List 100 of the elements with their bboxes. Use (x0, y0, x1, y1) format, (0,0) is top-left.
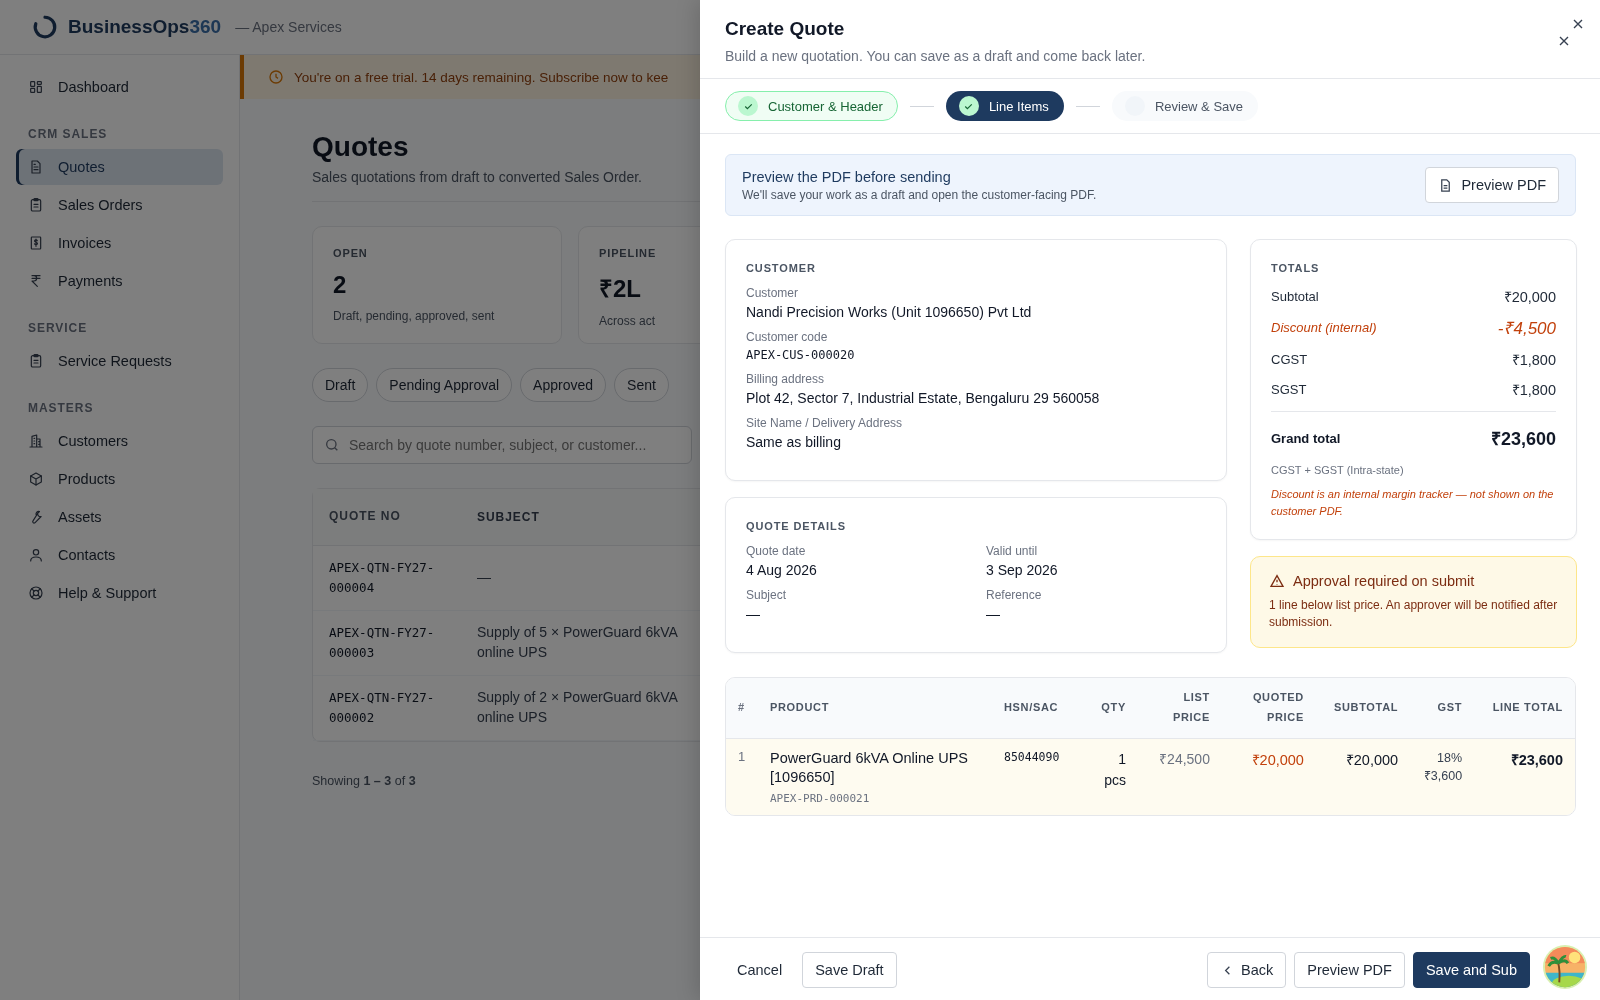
filter-chip[interactable]: Draft (312, 368, 369, 402)
sidebar-item[interactable]: Assets (16, 499, 223, 535)
filter-chip[interactable]: Approved (520, 368, 607, 402)
quote-number: APEX-QTN-FY27-000002 (329, 689, 436, 727)
sidebar-item[interactable]: Sales Orders (16, 187, 223, 223)
logo-icon (32, 14, 58, 40)
document-icon (28, 159, 44, 175)
unit: pcs (1103, 770, 1126, 790)
field-value: 3 Sep 2026 (986, 562, 1059, 578)
field-value: APEX-CUS-000020 (746, 348, 856, 362)
sidebar-item[interactable]: Service Requests (16, 343, 223, 379)
section-heading: TOTALS (1271, 262, 1321, 274)
grand-total-value: ₹23,600 (1490, 428, 1556, 450)
clipboard-icon (28, 197, 44, 213)
quantity: 1 (1117, 749, 1126, 769)
line-number: 1 (738, 748, 746, 764)
subtotal: ₹20,000 (1345, 751, 1399, 768)
sidebar-item[interactable]: Help & Support (16, 575, 223, 611)
preview-pdf-button[interactable]: Preview PDF (1425, 167, 1559, 203)
field-label: Billing address (746, 372, 826, 386)
lifebuoy-icon (28, 585, 44, 601)
column-header: PRODUCT (758, 678, 992, 739)
total-value: -₹4,500 (1497, 318, 1556, 339)
field-value: Same as billing (746, 434, 842, 450)
field-label: Subject (746, 588, 788, 602)
stat-label: PIPELINE (599, 247, 658, 259)
cancel-button[interactable]: Cancel (725, 952, 795, 988)
discount-note: Discount is an internal margin tracker — not shown on the customer PDF. (1271, 487, 1555, 519)
drawer-title: Create Quote (725, 18, 846, 40)
warning-icon (1269, 573, 1285, 589)
field-value: 4 Aug 2026 (746, 562, 818, 578)
back-button[interactable]: Back (1207, 952, 1287, 988)
field-label: Customer (746, 286, 799, 300)
step-pill[interactable]: Line Items (945, 91, 1064, 121)
column-header: SUBTOTAL (1315, 678, 1411, 739)
box-icon (28, 471, 44, 487)
total-label: CGST (1271, 351, 1308, 367)
sidebar-item[interactable]: Products (16, 461, 223, 497)
save-draft-button[interactable]: Save Draft (802, 952, 897, 988)
quote-number: APEX-QTN-FY27-000003 (329, 624, 436, 662)
quoted-price: ₹20,000 (1251, 751, 1304, 768)
save-and-submit-button[interactable]: Save and Sub (1412, 952, 1530, 988)
field-label: Reference (986, 588, 1043, 602)
gst-rate: 18% (1436, 749, 1463, 767)
quote-subject: Supply of 5 × PowerGuard 6kVA online UPS (477, 623, 679, 662)
alert-title: Approval required on submit (1293, 573, 1475, 589)
quote-subject: Supply of 2 × PowerGuard 6kVA online UPS (477, 688, 679, 727)
field-value: — (746, 606, 761, 622)
total-value: ₹1,800 (1511, 381, 1556, 399)
total-label: Subtotal (1271, 288, 1319, 304)
banknote-icon (28, 235, 44, 251)
filter-chip[interactable]: Pending Approval (376, 368, 513, 402)
quote-number: APEX-QTN-FY27-000004 (329, 559, 436, 597)
field-value: Nandi Precision Works (Unit 1096650) Pvt Ltd (746, 304, 1033, 320)
building-icon (28, 433, 44, 449)
field-label: Customer code (746, 330, 829, 344)
sidebar-item[interactable]: Payments (16, 263, 223, 299)
filter-chip[interactable]: Sent (614, 368, 669, 402)
banner-text: We'll save your work as a draft and open the customer-facing PDF. (742, 187, 1097, 202)
grid-icon (28, 79, 44, 95)
stat-value: ₹2L (599, 274, 642, 304)
product-name: PowerGuard 6kVA Online UPS [1096650] (770, 748, 969, 788)
search-icon (324, 437, 340, 453)
sidebar-heading: SERVICE (27, 320, 89, 337)
step-pill[interactable]: Customer & Header (725, 91, 898, 121)
column-header: QUOTED PRICE (1221, 678, 1316, 739)
stat-note: Across act (599, 314, 656, 328)
gst-amount: ₹3,600 (1422, 768, 1463, 786)
total-value: ₹20,000 (1503, 288, 1556, 306)
search-field[interactable]: Search by quote number, subject, or customer... (312, 426, 692, 464)
clock-icon (268, 69, 284, 85)
column-header: # (726, 678, 758, 739)
clipboard-icon (28, 353, 44, 369)
step-pill[interactable]: Review & Save (1111, 91, 1259, 121)
sidebar-item[interactable]: Invoices (16, 225, 223, 261)
banner-title: Preview the PDF before sending (742, 168, 952, 185)
section-heading: CUSTOMER (746, 262, 817, 274)
sidebar-heading: MASTERS (27, 400, 95, 417)
sidebar-item[interactable]: Contacts (16, 537, 223, 573)
preview-pdf-button[interactable]: Preview PDF (1294, 952, 1405, 988)
column-header: QUOTE NO (329, 508, 402, 526)
field-label: Quote date (746, 544, 807, 558)
quote-subject: — (477, 568, 492, 588)
column-header: GST (1410, 678, 1475, 739)
hsn-code: 85044090 (1004, 749, 1060, 764)
page-title: Quotes (312, 131, 410, 163)
product-code: APEX-PRD-000021 (770, 791, 871, 805)
sidebar-item[interactable]: Dashboard (16, 69, 223, 105)
line-total: ₹23,600 (1510, 751, 1563, 768)
trial-message: You're on a free trial. 14 days remaining. Subscribe now to kee (294, 69, 669, 85)
total-label: SGST (1271, 381, 1307, 397)
total-label: Discount (internal) (1271, 320, 1377, 335)
alert-text: 1 line below list price. An approver will be notified after submission. (1269, 597, 1558, 631)
field-label: Valid until (986, 544, 1039, 558)
sidebar-item[interactable]: Customers (16, 423, 223, 459)
person-icon (28, 547, 44, 563)
total-value: ₹1,800 (1511, 351, 1556, 369)
sidebar-item[interactable]: Quotes (16, 149, 223, 185)
column-header: LIST PRICE (1137, 678, 1222, 739)
stat-note: Draft, pending, approved, sent (333, 309, 496, 323)
